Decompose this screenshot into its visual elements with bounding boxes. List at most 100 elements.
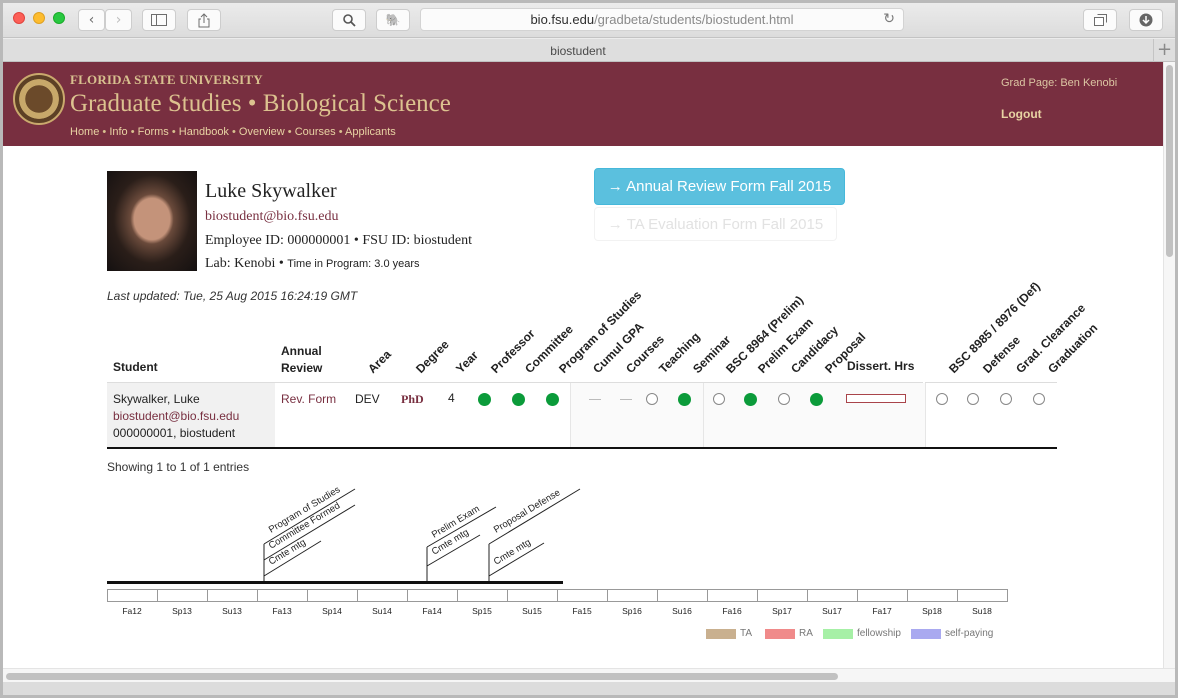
site-title[interactable]: Graduate Studies • Biological Science xyxy=(70,90,451,118)
term-cell xyxy=(657,589,708,602)
sidebar-icon xyxy=(151,14,167,26)
term-cell xyxy=(407,589,458,602)
nav-applicants[interactable]: Applicants xyxy=(345,126,396,138)
logout-link[interactable]: Logout xyxy=(1001,107,1042,121)
reload-icon[interactable]: ↻ xyxy=(883,11,895,27)
graduation-status-pending xyxy=(1033,393,1045,405)
search-icon xyxy=(342,13,356,27)
address-bar[interactable]: bio.fsu.edu/gradbeta/students/biostudent… xyxy=(420,8,904,31)
last-updated: Last updated: Tue, 25 Aug 2015 16:24:19 … xyxy=(107,289,358,303)
chevron-left-icon: ‹ xyxy=(88,12,95,28)
legend-fellowship: fellowship xyxy=(823,628,901,639)
nav-forms[interactable]: Forms xyxy=(138,126,169,138)
ta-evaluation-form-button[interactable]: → TA Evaluation Form Fall 2015 xyxy=(594,207,837,241)
bsc-8964-status-pending xyxy=(713,393,725,405)
col-header-degree[interactable]: Degree xyxy=(413,337,452,376)
nav-handbook[interactable]: Handbook xyxy=(179,126,229,138)
term-label: Fa15 xyxy=(572,606,592,616)
sidebar-button[interactable] xyxy=(142,9,176,31)
row-student-email[interactable]: biostudent@bio.fsu.edu xyxy=(113,409,239,423)
evernote-icon: 🐘 xyxy=(385,13,401,27)
term-label: Sp17 xyxy=(772,606,792,616)
tabs-overview-button[interactable] xyxy=(1083,9,1117,31)
vertical-scroll-thumb[interactable] xyxy=(1166,65,1173,257)
share-button[interactable] xyxy=(187,9,221,31)
evernote-button[interactable]: 🐘 xyxy=(376,9,410,31)
new-tab-button[interactable]: + xyxy=(1153,39,1175,62)
horizontal-scroll-thumb[interactable] xyxy=(6,673,838,680)
minimize-window-button[interactable] xyxy=(33,12,45,24)
term-label: Fa13 xyxy=(272,606,292,616)
grad-clearance-status-pending xyxy=(1000,393,1012,405)
term-label: Su13 xyxy=(222,606,242,616)
professor-status-complete xyxy=(478,393,491,406)
term-label: Sp13 xyxy=(172,606,192,616)
browser-window: ‹ › 🐘 bio.fsu.edu/gradbeta/students/bios… xyxy=(3,3,1175,695)
url-host: bio.fsu.edu xyxy=(530,12,595,27)
student-lab: Lab: Kenobi • Time in Program: 3.0 years xyxy=(205,256,420,272)
term-cell xyxy=(807,589,858,602)
term-label: Su14 xyxy=(372,606,392,616)
col-header-annual-review[interactable]: Annual Review xyxy=(281,343,341,377)
term-cell xyxy=(707,589,758,602)
fsu-seal-logo xyxy=(13,73,65,125)
legend-self-paying: self-paying xyxy=(911,628,993,639)
term-cell xyxy=(157,589,208,602)
forward-button[interactable]: › xyxy=(105,9,132,31)
term-label: Fa12 xyxy=(122,606,142,616)
term-label: Sp16 xyxy=(622,606,642,616)
event-proposal-defense: Proposal Defense xyxy=(492,487,562,535)
term-cell xyxy=(907,589,958,602)
student-email-link[interactable]: biostudent@bio.fsu.edu xyxy=(205,209,338,225)
term-cell xyxy=(357,589,408,602)
legend-self-paying-swatch xyxy=(911,628,941,639)
site-header: FLORIDA STATE UNIVERSITY Graduate Studie… xyxy=(3,62,1163,146)
term-label: Sp15 xyxy=(472,606,492,616)
bsc-8985-status-pending xyxy=(936,393,948,405)
term-label: Fa16 xyxy=(722,606,742,616)
term-label: Su18 xyxy=(972,606,992,616)
col-header-year[interactable]: Year xyxy=(453,348,481,376)
row-area: DEV xyxy=(355,392,380,406)
cumul-gpa-status-na xyxy=(589,399,601,400)
vertical-scrollbar[interactable] xyxy=(1163,62,1175,668)
col-header-student[interactable]: Student xyxy=(113,360,158,374)
active-tab[interactable]: biostudent xyxy=(3,44,1153,58)
nav-courses[interactable]: Courses xyxy=(295,126,336,138)
nav-info[interactable]: Info xyxy=(109,126,127,138)
tab-bar: biostudent + xyxy=(3,39,1175,62)
nav-overview[interactable]: Overview xyxy=(239,126,285,138)
program-of-studies-status-complete xyxy=(546,393,559,406)
term-cell xyxy=(107,589,158,602)
review-form-link[interactable]: Rev. Form xyxy=(281,392,336,406)
col-header-dissert-hrs[interactable]: Dissert. Hrs xyxy=(847,359,914,373)
zoom-window-button[interactable] xyxy=(53,12,65,24)
search-button[interactable] xyxy=(332,9,366,31)
seminar-status-complete xyxy=(678,393,691,406)
nav-home[interactable]: Home xyxy=(70,126,99,138)
downloads-button[interactable] xyxy=(1129,9,1163,31)
chevron-right-icon: › xyxy=(115,12,122,28)
term-axis: Fa12 Sp13 Su13 Fa13 Sp14 Su14 Fa14 Sp15 Su15 Fa15… xyxy=(107,589,1008,616)
annual-review-form-button[interactable]: → Annual Review Form Fall 2015 xyxy=(594,168,845,205)
student-name: Luke Skywalker xyxy=(205,180,337,202)
university-name: FLORIDA STATE UNIVERSITY xyxy=(70,72,263,87)
share-icon xyxy=(198,12,210,27)
close-window-button[interactable] xyxy=(13,12,25,24)
legend-ra: RA xyxy=(765,628,813,639)
time-in-program: Time in Program: 3.0 years xyxy=(287,258,420,270)
term-label: Su15 xyxy=(522,606,542,616)
term-cell xyxy=(457,589,508,602)
teaching-status-pending xyxy=(646,393,658,405)
row-year: 4 xyxy=(448,391,455,405)
student-photo xyxy=(107,171,197,271)
term-cell xyxy=(757,589,808,602)
back-button[interactable]: ‹ xyxy=(78,9,105,31)
candidacy-status-pending xyxy=(778,393,790,405)
grad-page-link[interactable]: Grad Page: Ben Kenobi xyxy=(1001,77,1117,89)
col-header-area[interactable]: Area xyxy=(365,347,394,376)
row-student-ids: 000000001, biostudent xyxy=(113,426,236,440)
horizontal-scrollbar[interactable] xyxy=(3,668,1175,682)
legend-ra-swatch xyxy=(765,628,795,639)
term-label: Fa17 xyxy=(872,606,892,616)
